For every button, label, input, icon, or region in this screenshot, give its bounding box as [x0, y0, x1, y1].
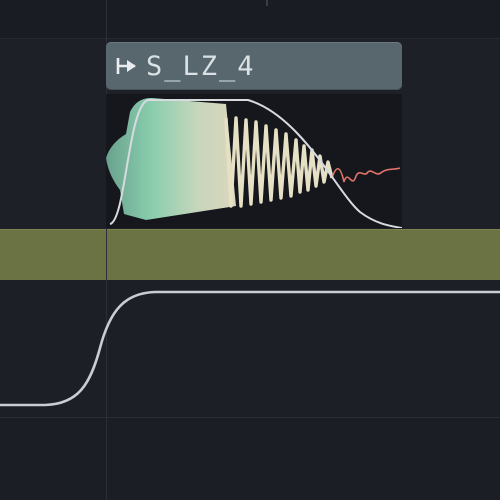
arrangement-view: S_LZ_4 — [0, 0, 500, 500]
automation-curve[interactable] — [0, 0, 500, 500]
